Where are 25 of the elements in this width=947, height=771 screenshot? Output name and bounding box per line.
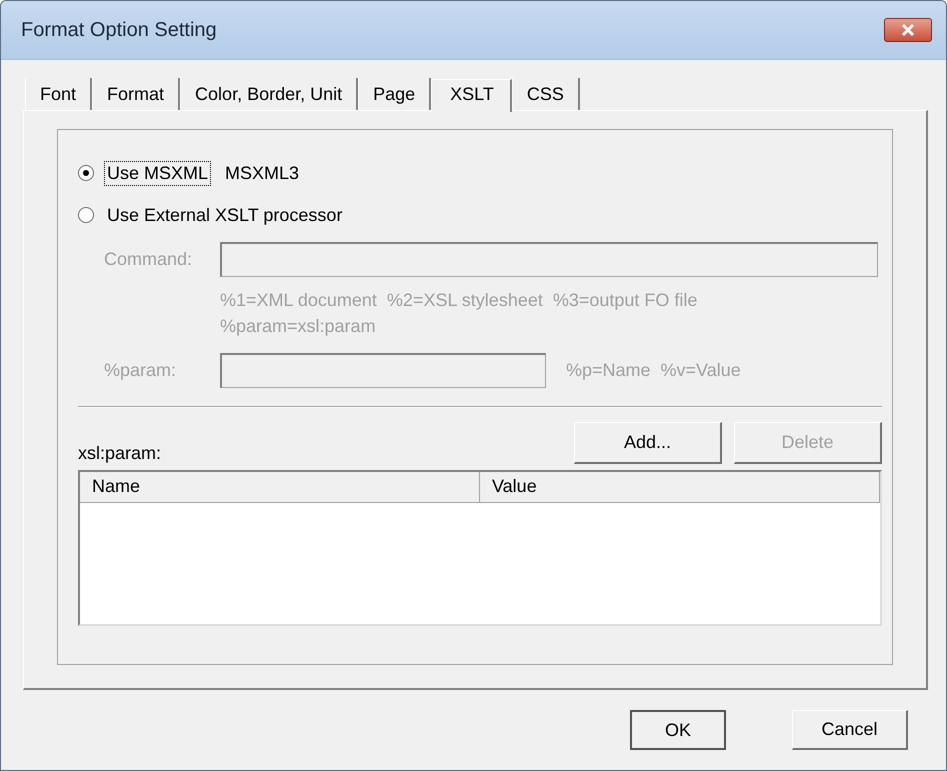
radio-label[interactable]: Use External XSLT processor — [104, 202, 346, 228]
param-list[interactable]: Name Value — [78, 470, 882, 626]
help-text: %1=XML document %2=XSL stylesheet %3=output FO file — [220, 289, 698, 312]
hint-text: %p=Name %v=Value — [566, 360, 741, 381]
radio-button[interactable] — [78, 207, 94, 223]
close-icon — [900, 23, 916, 37]
field-label: Command: — [104, 249, 194, 270]
version-text: MSXML3 — [225, 162, 300, 184]
dialog-button[interactable]: OK — [630, 710, 726, 750]
tab[interactable]: Color, Border, Unit — [180, 78, 358, 110]
column-header[interactable]: Value — [480, 472, 880, 502]
tab[interactable]: Font — [25, 78, 92, 110]
help-text: %param=xsl:param — [220, 315, 377, 338]
window-title: Format Option Setting — [21, 18, 217, 42]
column-header[interactable]: Name — [80, 472, 480, 502]
tab[interactable]: Format — [92, 78, 180, 110]
list-label: xsl:param: — [78, 442, 162, 464]
dialog-button[interactable]: Cancel — [792, 710, 908, 750]
list-button[interactable]: Add... — [574, 422, 722, 464]
field-label: %param: — [104, 360, 178, 381]
close-button[interactable] — [884, 18, 932, 42]
radio-button[interactable] — [78, 165, 94, 181]
tab[interactable]: XSLT — [431, 79, 512, 112]
tab[interactable]: CSS — [512, 78, 580, 110]
radio-label[interactable]: Use MSXML — [104, 160, 212, 186]
